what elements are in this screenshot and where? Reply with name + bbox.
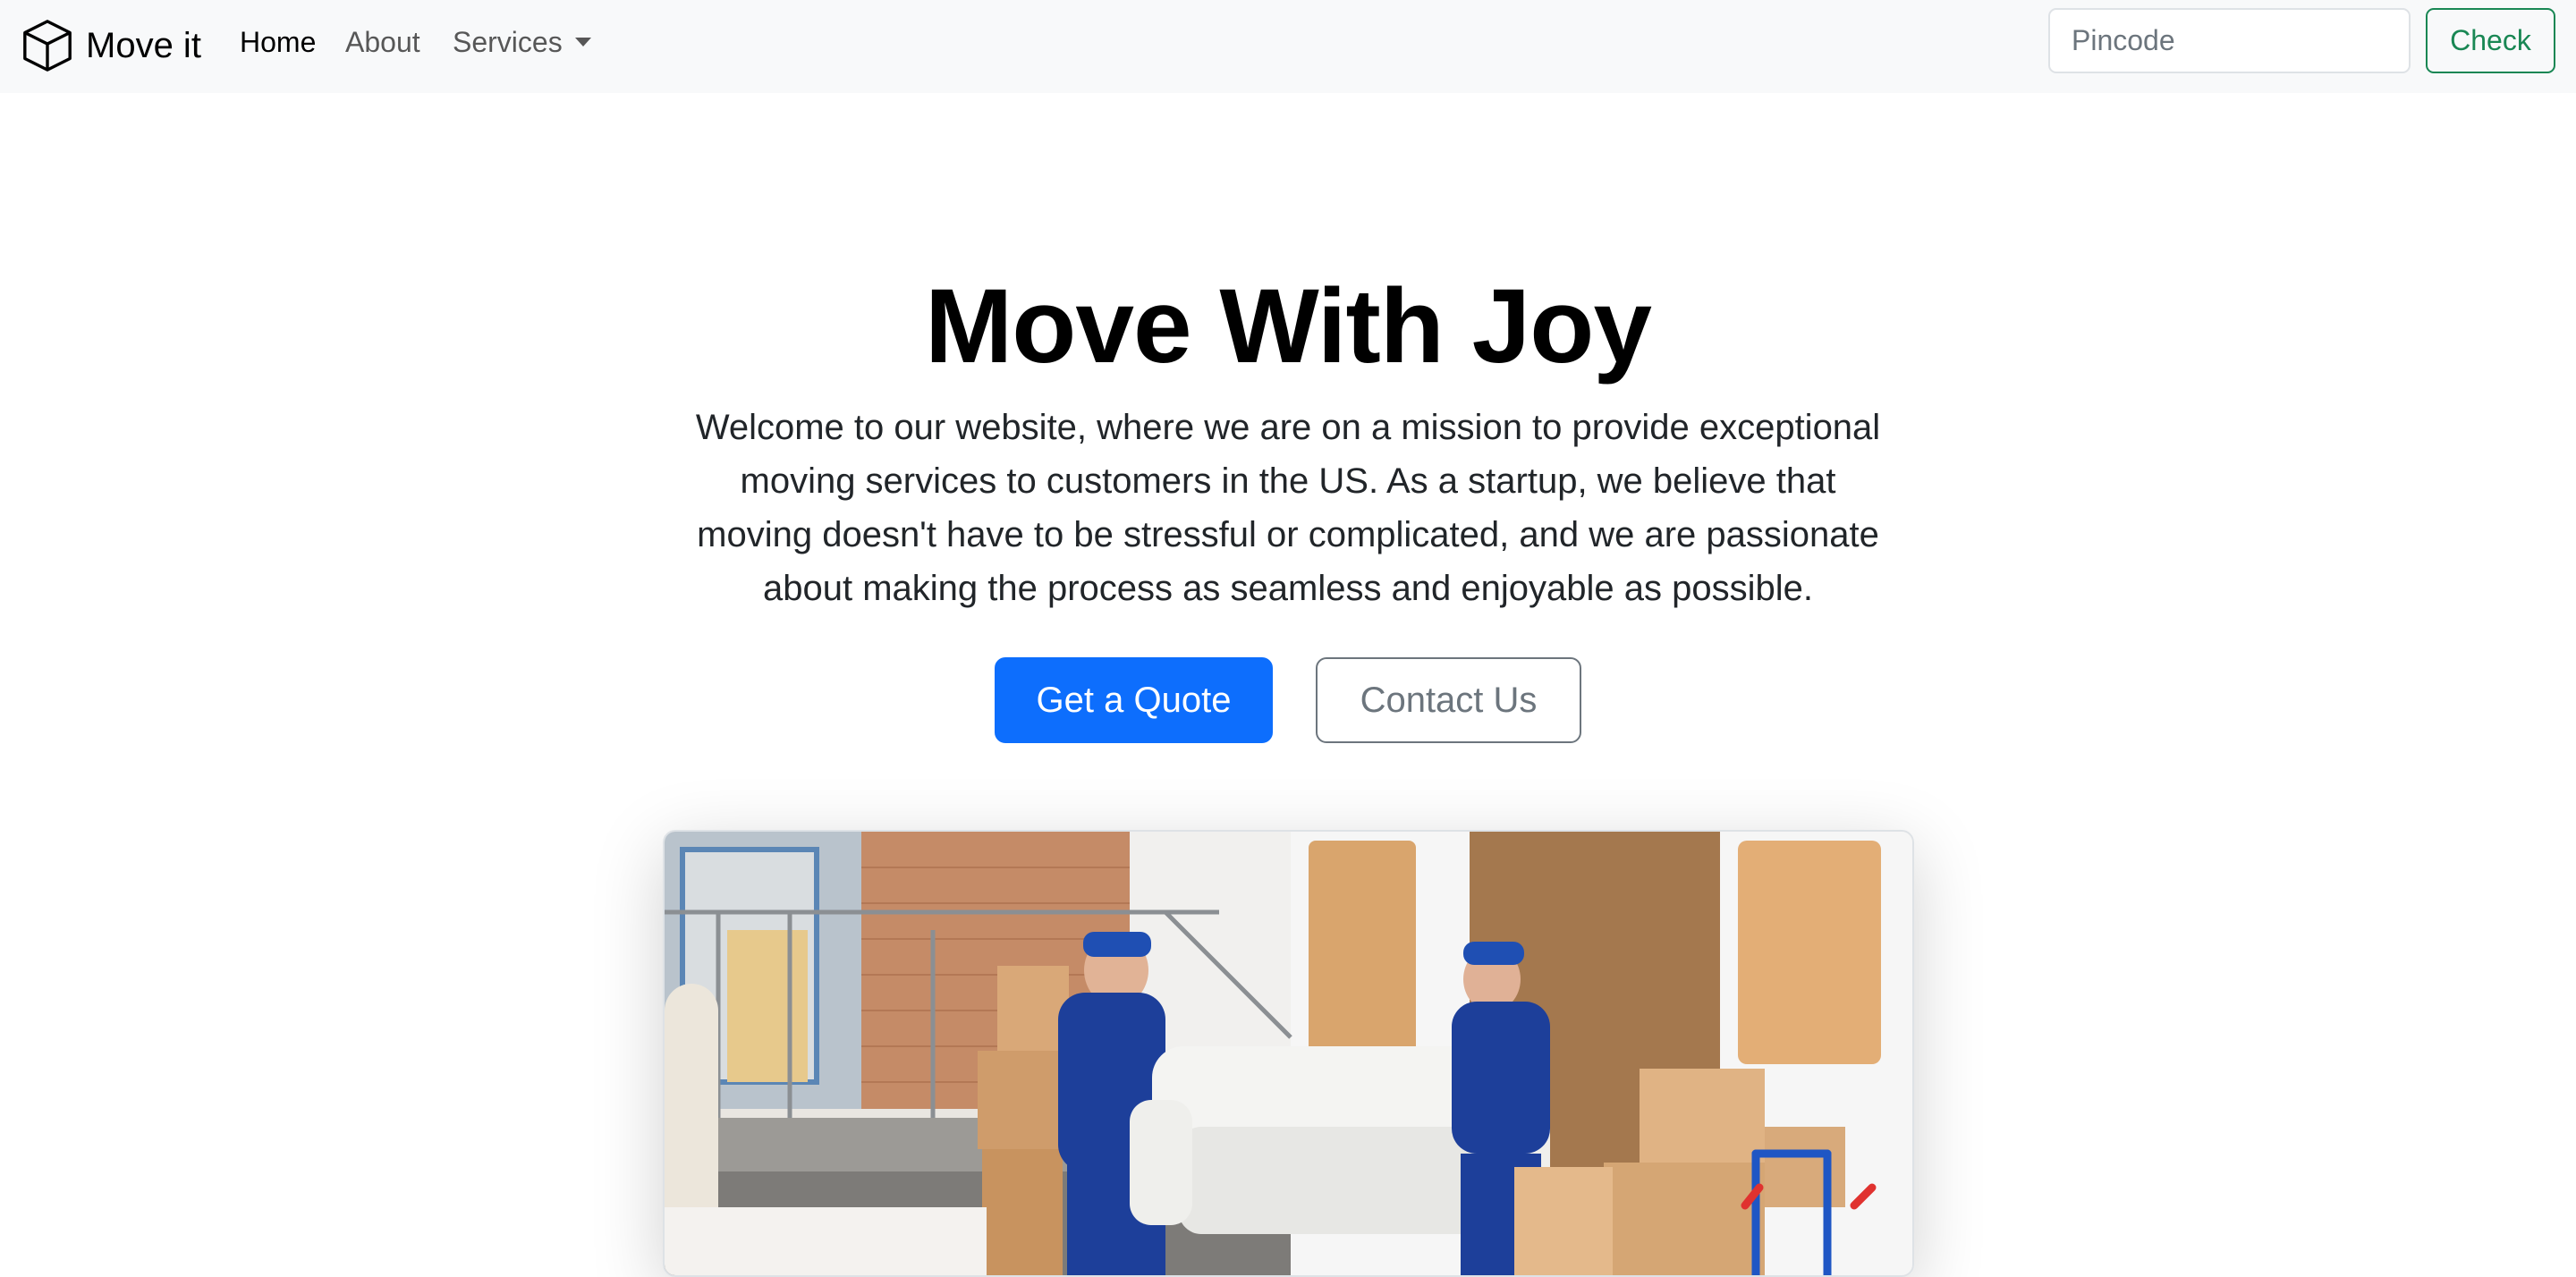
get-quote-button[interactable]: Get a Quote bbox=[995, 657, 1273, 743]
nav-link-services-label: Services bbox=[453, 26, 563, 58]
hero-title: Move With Joy bbox=[924, 267, 1652, 385]
navbar: Move it Home About Services Check bbox=[0, 0, 2576, 93]
pincode-input[interactable] bbox=[2048, 8, 2411, 73]
hero-image bbox=[663, 830, 1914, 1277]
brand-name: Move it bbox=[86, 26, 201, 65]
nav-link-home[interactable]: Home bbox=[240, 24, 316, 60]
movers-illustration bbox=[665, 832, 1912, 1275]
nav-link-about[interactable]: About bbox=[345, 24, 420, 60]
chevron-down-icon bbox=[574, 38, 591, 47]
box-icon bbox=[23, 20, 72, 72]
hero-description: Welcome to our website, where we are on … bbox=[695, 408, 1881, 608]
brand-link[interactable]: Move it bbox=[20, 14, 201, 77]
check-button[interactable]: Check bbox=[2426, 8, 2555, 73]
contact-us-button[interactable]: Contact Us bbox=[1316, 657, 1581, 743]
nav-link-services-dropdown[interactable]: Services bbox=[453, 24, 591, 60]
